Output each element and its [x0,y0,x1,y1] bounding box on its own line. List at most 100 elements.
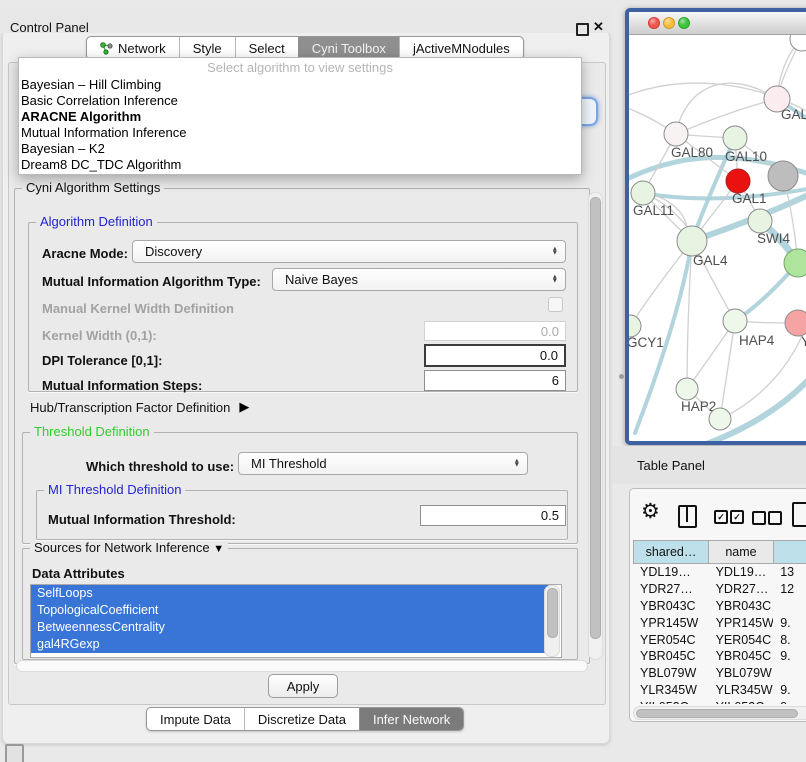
network-view-window[interactable]: GALGAL80GAL10GAL1GAL11SWI4GAL4GCY1HAP4YH… [625,8,806,445]
unchecked-box-icon[interactable] [752,511,766,525]
table-row[interactable]: YBL079WYBL079W [633,665,806,682]
attribute-item-topologicalcoefficient[interactable]: TopologicalCoefficient [31,602,549,619]
node-label-gal4: GAL4 [693,253,728,268]
algorithm-option-mutual-information-inference[interactable]: Mutual Information Inference [19,125,581,141]
table-row[interactable]: YIL052CYIL052C9. [633,698,806,704]
mi-steps-field[interactable]: 6 [424,370,566,391]
close-panel-icon[interactable]: ✕ [593,19,604,35]
which-threshold-select[interactable]: MI Threshold ▲▼ [238,452,528,475]
attributes-scrollbar[interactable] [544,585,560,657]
attribute-item-selfloops[interactable]: SelfLoops [31,585,549,602]
aracne-mode-value: Discovery [145,244,202,259]
stepper-arrows-icon: ▲▼ [514,459,520,468]
table-cell: YIL052C [633,700,709,704]
settings-scrollbar-thumb[interactable] [590,197,601,639]
float-panel-icon[interactable] [576,23,589,36]
table-row[interactable]: YDL19…YDL19…13 [633,564,806,581]
tab-label: jActiveMNodules [413,41,510,56]
network-edge[interactable] [676,99,777,134]
gear-icon[interactable]: ⚙ [641,501,660,523]
node-gal4[interactable] [677,226,707,256]
splitter-handle[interactable] [619,374,624,379]
node-hap4[interactable] [723,309,747,333]
table-row[interactable]: YLR345WYLR345W9. [633,682,806,699]
checked-box-icon[interactable]: ✓ [714,510,728,524]
table-row[interactable]: YPR145WYPR145W9. [633,614,806,631]
node-gal11[interactable] [631,181,655,205]
aracne-mode-label: Aracne Mode: [42,246,128,261]
apply-button[interactable]: Apply [268,674,338,698]
checked-box-icon[interactable]: ✓ [730,510,744,524]
node-bottom-node[interactable] [709,408,731,430]
column-header-2[interactable] [774,540,806,564]
which-threshold-value: MI Threshold [251,456,327,471]
algorithm-option-bayesian-hill-climbing[interactable]: Bayesian – Hill Climbing [19,77,581,93]
node-partial-top-node[interactable] [790,35,806,51]
algorithm-option-basic-correlation-inference[interactable]: Basic Correlation Inference [19,93,581,109]
table-row[interactable]: YBR043CYBR043C [633,598,806,615]
table-hscrollbar[interactable] [633,706,806,720]
tab-infer-network[interactable]: Infer Network [359,708,463,730]
table-row[interactable]: YDR27…YDR27…12 [633,581,806,598]
tab-network[interactable]: Network [87,37,179,59]
algorithm-option-dream8-dc-tdc-algorithm[interactable]: Dream8 DC_TDC Algorithm [19,157,581,173]
mi-algorithm-type-select[interactable]: Naive Bayes ▲▼ [272,268,566,291]
settings-scrollbar[interactable] [588,192,603,660]
tab-label: Network [118,41,166,56]
hub-definition-section[interactable]: Hub/Transcription Factor Definition ▶ [30,399,249,415]
sources-title-row[interactable]: Sources for Network Inference ▼ [30,541,228,556]
apply-button-label: Apply [287,679,320,694]
table-cell: 13 [773,565,806,579]
algorithm-definition-title: Algorithm Definition [36,215,157,229]
network-edge[interactable] [720,321,735,419]
tab-cyni-toolbox[interactable]: Cyni Toolbox [298,37,399,59]
network-edge[interactable] [676,83,777,134]
attributes-scrollbar-thumb[interactable] [547,588,558,638]
attribute-item-betweennesscentrality[interactable]: BetweennessCentrality [31,619,549,636]
column-header-shared[interactable]: shared… [633,540,709,564]
tab-jactivemnodules[interactable]: jActiveMNodules [399,37,523,59]
mi-threshold-value: 0.5 [541,508,559,523]
data-attributes-list[interactable]: SelfLoopsTopologicalCoefficientBetweenne… [30,584,562,658]
document-icon[interactable] [792,502,806,527]
tab-select[interactable]: Select [235,37,298,59]
node-label-gcy1: GCY1 [629,335,664,350]
table-row[interactable]: YER054CYER054C8. [633,631,806,648]
network-edge[interactable] [720,336,802,419]
close-window-icon[interactable] [648,17,660,29]
node-gal10[interactable] [723,126,747,150]
node-gcy1[interactable] [629,315,641,337]
chevron-right-icon: ▶ [239,399,249,415]
node-label-swi4: SWI4 [757,231,790,246]
threshold-definition-title: Threshold Definition [30,425,154,439]
node-gal1[interactable] [726,169,750,193]
tab-style[interactable]: Style [179,37,235,59]
column-header-name[interactable]: name [709,540,774,564]
node-swi4[interactable] [748,209,772,233]
aracne-mode-select[interactable]: Discovery ▲▼ [132,240,566,263]
node-gray-node[interactable] [768,161,798,191]
tab-discretize-data[interactable]: Discretize Data [244,708,359,730]
tab-impute-data[interactable]: Impute Data [147,708,244,730]
minimized-panel-icon[interactable] [5,744,24,762]
network-canvas[interactable]: GALGAL80GAL10GAL1GAL11SWI4GAL4GCY1HAP4YH… [629,35,806,445]
unchecked-box-icon[interactable] [768,511,782,525]
table-body: YDL19…YDL19…13YDR27…YDR27…12YBR043CYBR04… [633,564,806,704]
mi-threshold-field[interactable]: 0.5 [420,505,566,526]
table-hscrollbar-thumb[interactable] [636,709,798,718]
algorithm-option-bayesian-k2[interactable]: Bayesian – K2 [19,141,581,157]
columns-icon[interactable] [678,505,697,528]
zoom-window-icon[interactable] [678,17,690,29]
algorithm-option-aracne-algorithm[interactable]: ARACNE Algorithm [19,109,581,125]
mi-threshold-label: Mutual Information Threshold: [48,512,236,527]
dpi-tolerance-field[interactable]: 0.0 [424,344,566,367]
node-hap2[interactable] [676,378,698,400]
node-y[interactable] [785,310,806,336]
table-row[interactable]: YBR045CYBR045C9. [633,648,806,665]
node-gal80[interactable] [664,122,688,146]
attribute-item-gal4rgexp[interactable]: gal4RGexp [31,636,549,653]
node-label-gal11: GAL11 [633,203,674,218]
settings-hscrollbar[interactable] [16,660,588,672]
minimize-window-icon[interactable] [663,17,675,29]
mi-algorithm-type-label: Mutual Information Algorithm Type: [42,274,261,289]
